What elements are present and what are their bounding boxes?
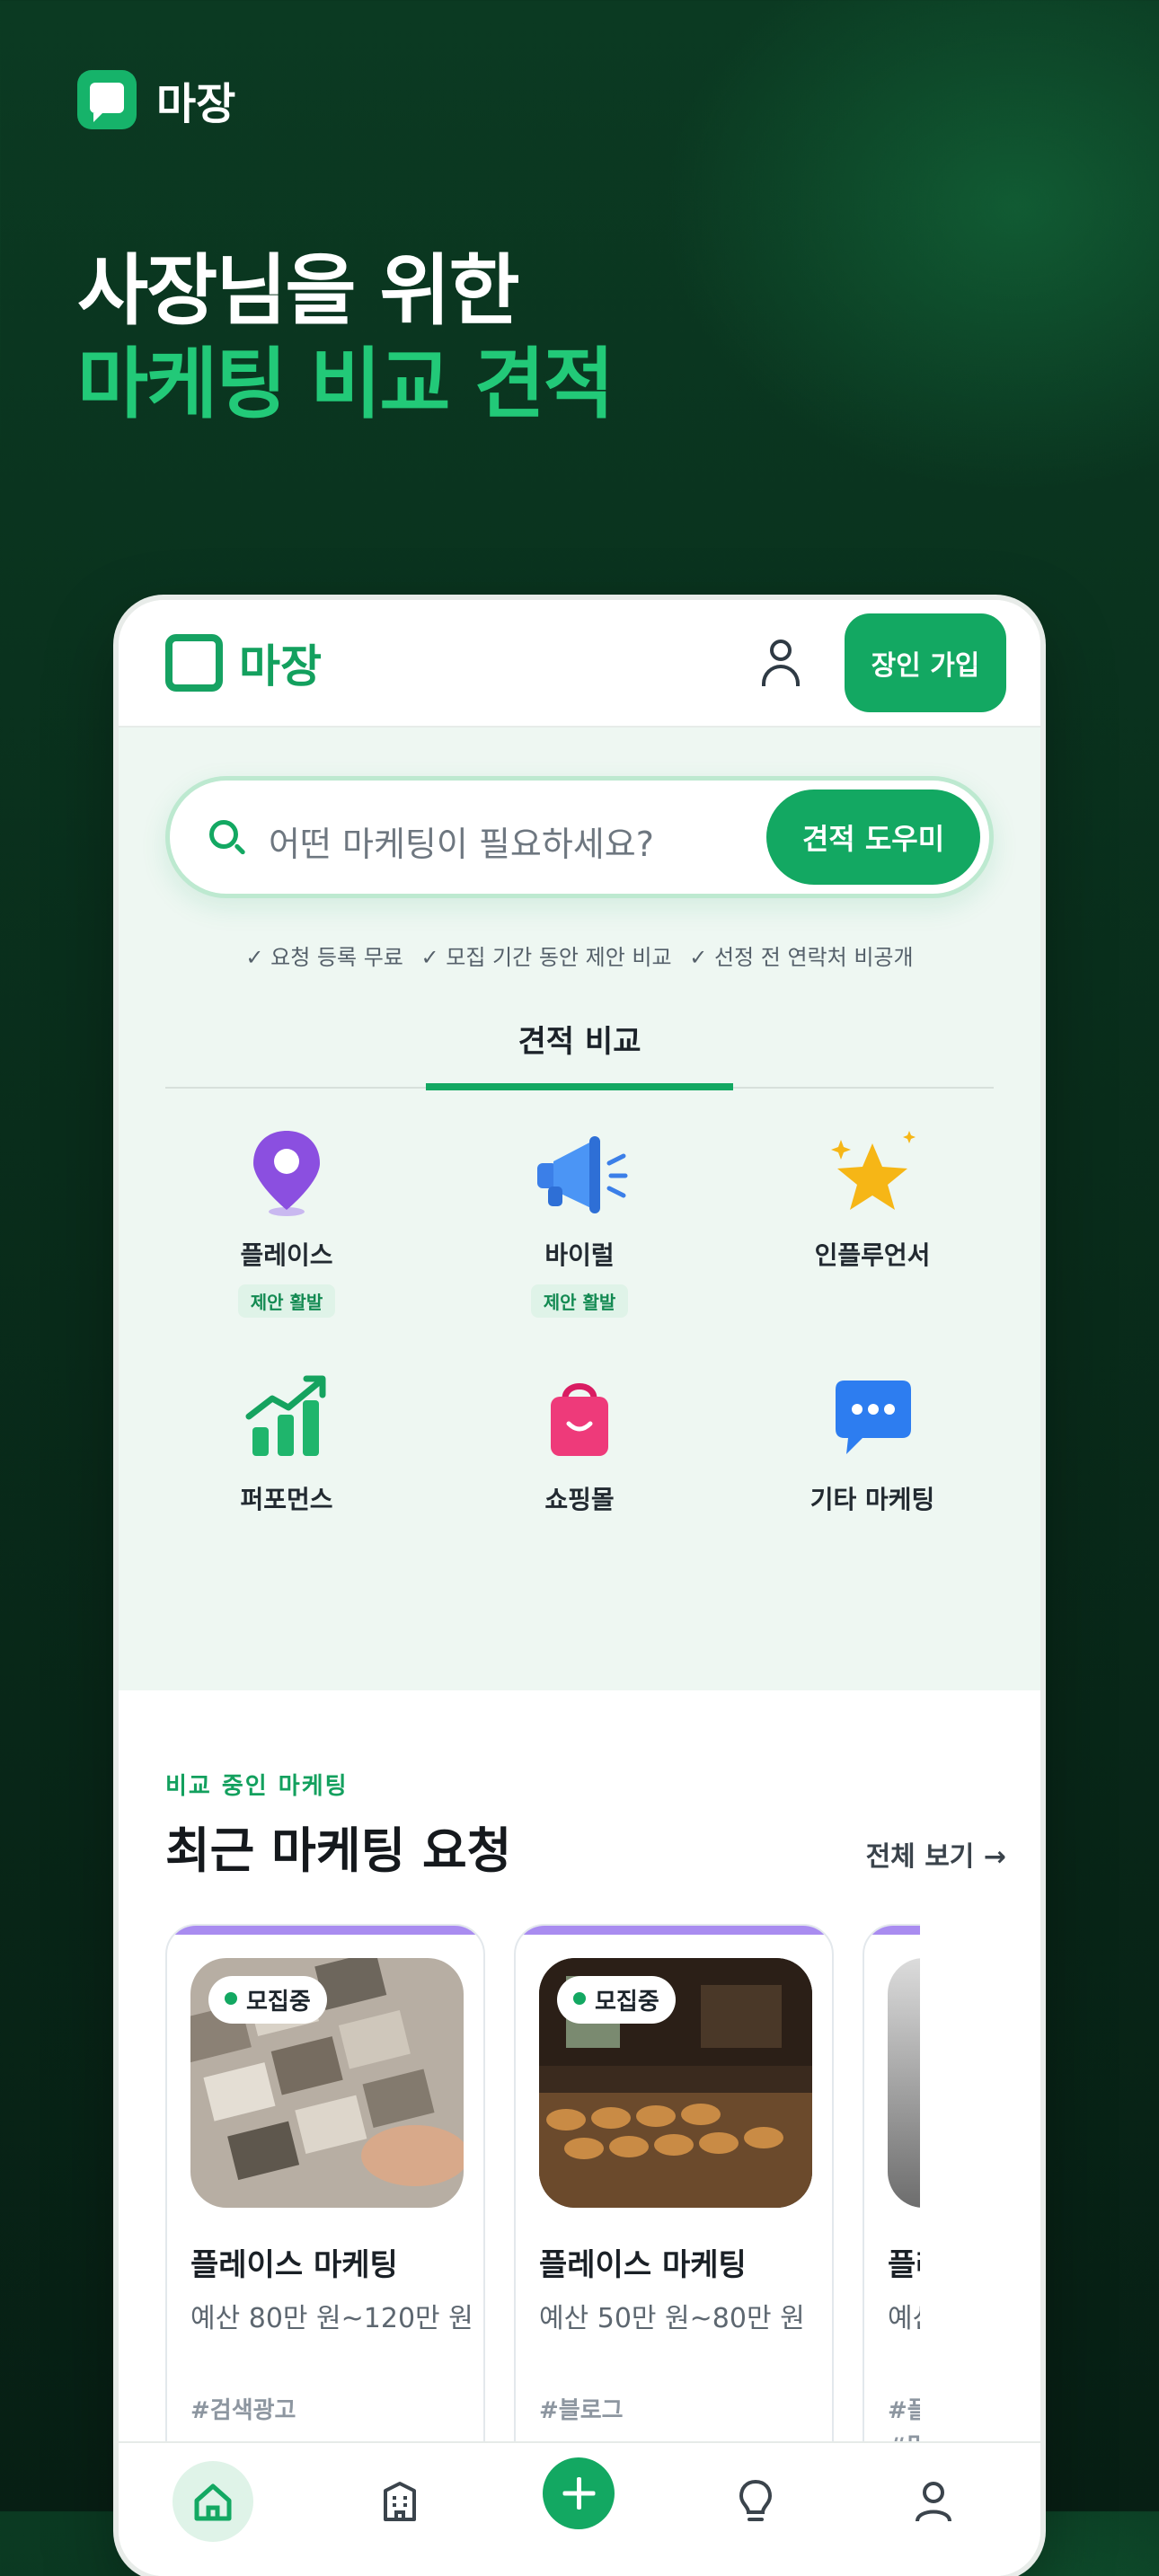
tab-quote-compare[interactable]: 견적 비교 [426,1017,733,1090]
tab-bar: 견적 비교 [165,1017,994,1090]
card-title: 플레 [888,2247,920,2283]
request-card[interactable]: 플레 예산 #플레 #맛집 [863,1924,920,2488]
nav-tips[interactable] [715,2461,796,2542]
benefit-item: ✓ 요청 등록 무료 [245,945,403,970]
card-tag: #플레 [888,2397,920,2424]
category-label: 퍼포먼스 [240,1485,333,1514]
category-viral[interactable]: 바이럴 제안 활발 [458,1123,701,1318]
category-influencer[interactable]: 인플루언서 [751,1123,994,1272]
hero-area: 어떤 마케팅이 필요하세요? 견적 도우미 ✓ 요청 등록 무료 ✓ 모집 기간… [119,728,1040,1690]
category-label: 기타 마케팅 [810,1485,935,1514]
card-tag: #블로그 [539,2397,624,2424]
top-brand: 마장 [77,68,235,131]
headline-line-2: 마케팅 비교 견적 [77,340,615,429]
card-tag: #검색광고 [190,2397,296,2424]
nav-home[interactable] [173,2461,253,2542]
home-icon [194,2483,232,2521]
brand-logo-icon [77,70,137,129]
nav-profile[interactable] [893,2461,974,2542]
chat-bubble-icon [751,1367,994,1466]
category-label: 쇼핑몰 [544,1485,615,1514]
category-label: 플레이스 [240,1240,333,1270]
bottom-nav [119,2441,1040,2576]
app-header: 마장 장인 가입 [119,600,1040,728]
headline-line-1: 사장님을 위한 [77,246,520,336]
user-icon[interactable] [758,638,803,688]
section-eyebrow: 비교 중인 마케팅 [165,1773,349,1800]
shopping-bag-icon [458,1367,701,1466]
category-other[interactable]: 기타 마케팅 [751,1367,994,1516]
quote-helper-button[interactable]: 견적 도우미 [766,790,980,885]
category-performance[interactable]: 퍼포먼스 [165,1367,408,1516]
card-tags: #검색광고 [190,2393,296,2429]
benefit-item: ✓ 선정 전 연락처 비공개 [689,945,914,970]
category-shopping-mall[interactable]: 쇼핑몰 [458,1367,701,1516]
status-badge: 제안 활발 [530,1284,629,1318]
app-logo-icon [165,634,223,692]
growth-chart-icon [165,1367,408,1466]
status-pill: 모집중 [208,1976,327,2024]
request-card[interactable]: 모집중 플레이스 마케팅 예산 50만 원~80만 원 #블로그 [514,1924,834,2488]
signup-button[interactable]: 장인 가입 [845,613,1006,712]
headline: 사장님을 위한 마케팅 비교 견적 [77,244,615,431]
card-title: 플레이스 마케팅 [539,2247,747,2283]
benefits-list: ✓ 요청 등록 무료 ✓ 모집 기간 동안 제안 비교 ✓ 선정 전 연락처 비… [119,940,1040,971]
brand-name: 마장 [156,79,236,129]
benefit-item: ✓ 모집 기간 동안 제안 비교 [420,945,672,970]
card-budget: 예산 [888,2303,920,2334]
nav-company[interactable] [359,2461,440,2542]
card-tags: #블로그 [539,2393,624,2429]
card-title: 플레이스 마케팅 [190,2247,398,2283]
search-box[interactable]: 어떤 마케팅이 필요하세요? 견적 도우미 [165,776,994,898]
request-card[interactable]: 모집중 플레이스 마케팅 예산 80만 원~120만 원 #검색광고 [165,1924,485,2488]
card-image [888,1958,920,2208]
category-place[interactable]: 플레이스 제안 활발 [165,1123,408,1318]
search-icon [209,820,246,856]
status-badge: 제안 활발 [237,1284,336,1318]
plus-icon[interactable] [543,2457,615,2529]
lightbulb-icon [739,2479,773,2521]
phone-mockup: 마장 장인 가입 어떤 마케팅이 필요하세요? 견적 도우미 ✓ 요청 등록 무… [119,600,1040,2576]
map-pin-icon [165,1123,408,1222]
request-card-list: 모집중 플레이스 마케팅 예산 80만 원~120만 원 #검색광고 모집중 플… [165,1924,920,2499]
section-title: 최근 마케팅 요청 [165,1822,512,1879]
profile-icon [916,2482,951,2522]
status-pill: 모집중 [557,1976,676,2024]
see-all-link[interactable]: 전체 보기 → [866,1834,1006,1874]
category-label: 인플루언서 [814,1240,931,1270]
category-label: 바이럴 [544,1240,615,1270]
card-image: 모집중 [539,1958,812,2208]
app-logo-name: 마장 [239,640,322,693]
building-icon [384,2482,416,2521]
search-input[interactable]: 어떤 마케팅이 필요하세요? [269,816,654,866]
card-budget: 예산 80만 원~120만 원 [190,2303,473,2334]
megaphone-icon [458,1123,701,1222]
card-image: 모집중 [190,1958,464,2208]
app-logo[interactable]: 마장 [165,631,322,695]
star-icon [751,1123,994,1222]
card-budget: 예산 50만 원~80만 원 [539,2303,805,2334]
